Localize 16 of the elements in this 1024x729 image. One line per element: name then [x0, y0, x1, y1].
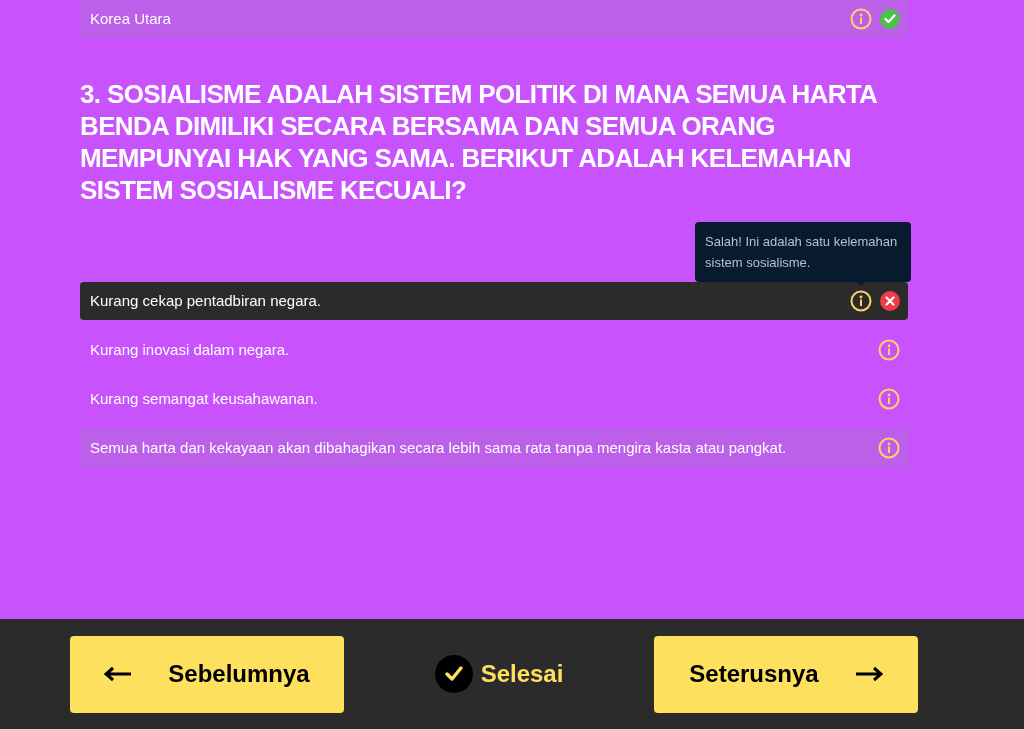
option-text: Kurang semangat keusahawanan.: [90, 388, 319, 409]
arrow-left-icon: [104, 666, 133, 682]
option-text: Kurang cekap pentadbiran negara.: [90, 290, 322, 311]
arrow-right-icon: [854, 666, 883, 682]
option-text: Semua harta dan kekayaan akan dibahagikan secara lebih sama rata tanpa mengira kasta atau pangkat.: [90, 437, 788, 458]
option-text: Korea Utara: [90, 8, 172, 29]
answer-option[interactable]: Korea Utara: [80, 0, 908, 38]
option-text: Kurang inovasi dalam negara.: [90, 339, 291, 360]
previous-button[interactable]: Sebelumnya: [70, 635, 344, 713]
next-button[interactable]: Seterusnya: [654, 635, 918, 713]
question-text: 3. SOSIALISME ADALAH SISTEM POLITIK DI MANA SEMUA HARTA BENDA DIMILIKI SECARA BERSAMA DAN SEMUA ORANG MEMPUNYAI HAK YANG SAMA. BERIKUT ADALAH KELEMAHAN SISTEM SOSIALISME KECUALI?: [80, 78, 878, 206]
check-circle-icon: [434, 655, 473, 693]
answer-option[interactable]: Semua harta dan kekayaan akan dibahagikan secara lebih sama rata tanpa mengira kasta atau pangkat.: [80, 429, 908, 467]
info-icon[interactable]: [850, 290, 872, 312]
tooltip: Salah! Ini adalah satu kelemahan sistem sosialisme.: [695, 222, 911, 282]
finish-label[interactable]: Selesai: [480, 656, 564, 692]
